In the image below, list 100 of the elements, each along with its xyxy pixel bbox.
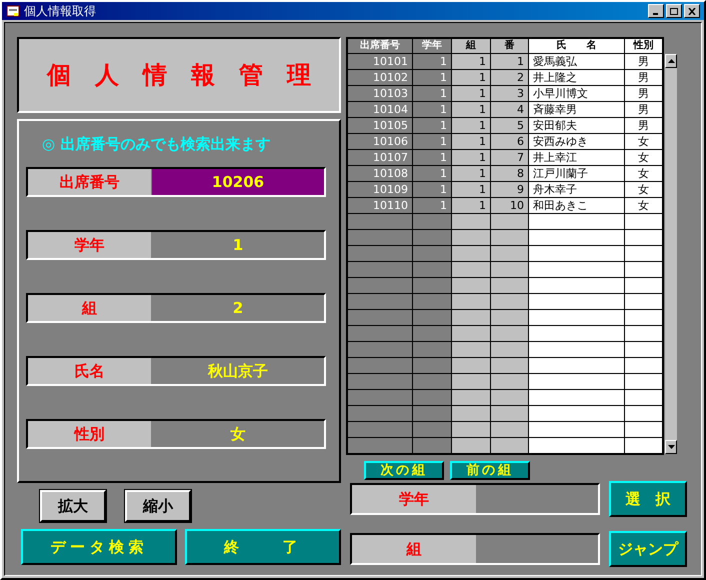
table-cell: 10101 [348, 54, 412, 69]
table-cell: 和田あきこ [529, 198, 624, 213]
table-cell: 斉藤幸男 [529, 102, 624, 117]
close-button[interactable] [684, 4, 700, 18]
table-cell: 愛馬義弘 [529, 54, 624, 69]
form-field[interactable]: 性別 女 [26, 419, 326, 449]
table-cell: 舟木幸子 [529, 182, 624, 197]
heading-character: 個 [47, 60, 71, 91]
field-label: 出席番号 [28, 169, 152, 195]
table-cell: 井上幸江 [529, 150, 624, 165]
table-cell: 4 [491, 102, 528, 117]
form-field[interactable]: 出席番号 10206 [26, 167, 326, 197]
table-cell: 5 [491, 118, 528, 133]
table-cell: 1 [452, 198, 490, 213]
column-header: 出席番号 [348, 39, 412, 53]
table-cell: 女 [625, 134, 662, 149]
table-cell: 男 [625, 86, 662, 101]
exit-button[interactable]: 終 了 [185, 529, 341, 565]
column-header: 番 [491, 39, 528, 53]
table-cell: 1 [452, 54, 490, 69]
previous-group-button[interactable]: 前の組 [450, 461, 530, 480]
field-label: 組 [28, 295, 152, 321]
table-cell: 男 [625, 70, 662, 85]
table-cell: 10108 [348, 166, 412, 181]
table-cell: 10 [491, 198, 528, 213]
table-cell: 女 [625, 150, 662, 165]
table-cell: 6 [491, 134, 528, 149]
table-cell: 1 [413, 198, 451, 213]
table-cell: 10102 [348, 70, 412, 85]
table-cell: 10104 [348, 102, 412, 117]
table-cell: 1 [452, 150, 490, 165]
heading-character: 報 [191, 60, 215, 91]
jump-button[interactable]: ジャンプ [609, 531, 687, 567]
zoom-in-button[interactable]: 拡大 [40, 490, 106, 522]
maximize-icon [670, 8, 678, 14]
maximize-button[interactable] [666, 4, 682, 18]
table-cell: 井上隆之 [529, 70, 624, 85]
selector-label: 組 [352, 535, 476, 563]
table-cell: 安田郁夫 [529, 118, 624, 133]
form-field[interactable]: 氏名 秋山京子 [26, 356, 326, 386]
zoom-out-button[interactable]: 縮小 [125, 490, 191, 522]
table-cell: 1 [413, 102, 451, 117]
table-cell: 1 [413, 86, 451, 101]
scrollbar[interactable] [664, 53, 678, 455]
table-cell: 8 [491, 166, 528, 181]
table-cell: 1 [413, 118, 451, 133]
table-cell: 女 [625, 182, 662, 197]
table-cell: 男 [625, 54, 662, 69]
table-cell: 10105 [348, 118, 412, 133]
next-group-button[interactable]: 次の組 [364, 461, 444, 480]
table-cell: 10110 [348, 198, 412, 213]
table-cell: 1 [452, 134, 490, 149]
table-cell: 1 [452, 166, 490, 181]
scroll-up-icon[interactable] [665, 54, 677, 68]
heading-character: 人 [95, 60, 119, 91]
table-cell: 10106 [348, 134, 412, 149]
table-cell: 女 [625, 166, 662, 181]
table-cell: 女 [625, 198, 662, 213]
table-cell: 2 [491, 70, 528, 85]
table-cell: 3 [491, 86, 528, 101]
table-cell: 1 [413, 150, 451, 165]
heading-character: 理 [287, 60, 311, 91]
table-cell: 1 [491, 54, 528, 69]
field-label: 学年 [28, 232, 152, 258]
heading-character: 情 [143, 60, 167, 91]
scroll-down-icon[interactable] [665, 440, 677, 454]
table-cell: 1 [452, 118, 490, 133]
app-icon [6, 4, 20, 18]
table-cell: 1 [413, 182, 451, 197]
search-button[interactable]: データ検索 [21, 529, 177, 565]
column-header: 組 [452, 39, 490, 53]
field-label: 性別 [28, 421, 152, 447]
select-button[interactable]: 選 択 [609, 481, 687, 517]
heading-character: 管 [239, 60, 263, 91]
table-cell: 10107 [348, 150, 412, 165]
window-title: 個人情報取得 [24, 5, 96, 17]
selector-label: 学年 [352, 485, 476, 513]
form-field[interactable]: 学年 1 [26, 230, 326, 260]
table-cell: 1 [452, 102, 490, 117]
table-cell: 1 [413, 70, 451, 85]
table-cell: 10109 [348, 182, 412, 197]
column-header: 性別 [625, 39, 662, 53]
table-cell: 1 [452, 86, 490, 101]
minimize-button[interactable] [648, 4, 664, 18]
column-header: 氏 名 [529, 39, 624, 53]
close-icon [688, 8, 696, 14]
table-cell: 1 [413, 134, 451, 149]
table-cell: 安西みゆき [529, 134, 624, 149]
table-cell: 7 [491, 150, 528, 165]
hint-text: ◎ 出席番号のみでも検索出来ます [41, 134, 272, 155]
table-cell: 9 [491, 182, 528, 197]
table-cell: 1 [413, 166, 451, 181]
column-header: 学年 [413, 39, 451, 53]
field-label: 氏名 [28, 358, 152, 384]
table-cell: 1 [452, 70, 490, 85]
table-cell: 小早川博文 [529, 86, 624, 101]
field-value: 10206 [152, 169, 324, 195]
table-cell: 1 [452, 182, 490, 197]
table-cell: 1 [413, 54, 451, 69]
form-field[interactable]: 組 2 [26, 293, 326, 323]
